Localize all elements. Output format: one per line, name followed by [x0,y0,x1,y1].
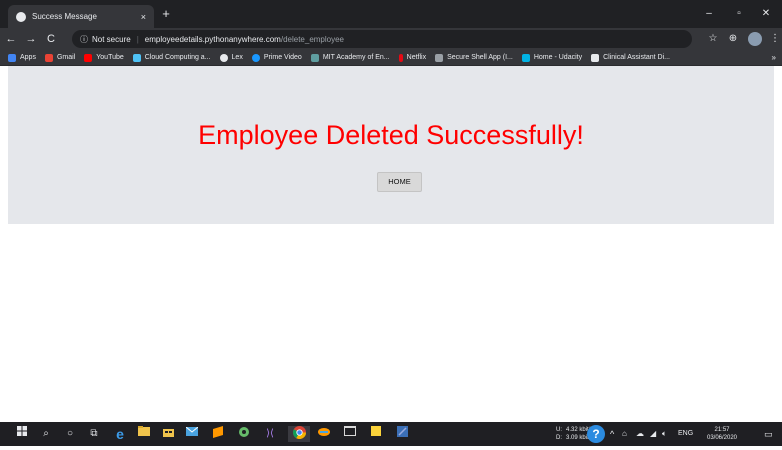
youtube-icon [84,53,93,62]
url-host: employeedetails.pythonanywhere.com [144,34,281,44]
back-button[interactable]: ← [2,30,20,48]
language-indicator[interactable]: ENG [678,422,693,446]
bookmark-label: Netflix [406,54,427,61]
bookmark-clinical-assistant[interactable]: Clinical Assistant Di... [591,53,671,62]
netflix-icon [398,53,403,62]
bookmark-label: Cloud Computing a... [144,54,211,61]
udacity-icon [521,53,530,62]
prime-video-icon [251,53,260,62]
network-tray-icon[interactable]: ⌂ [622,422,627,446]
address-bar[interactable]: ⓘ Not secure | employeedetails.pythonany… [72,30,692,48]
task-view-icon[interactable]: ⧉ [86,426,102,442]
bookmark-label: Gmail [56,54,76,61]
help-icon[interactable]: ? [587,425,605,443]
clock-date: 03/06/2020 [706,435,738,441]
tray-expand-icon[interactable]: ^ [610,422,614,446]
bookmark-label: YouTube [96,54,124,61]
onedrive-icon[interactable]: ☁ [636,422,644,446]
profile-avatar[interactable] [748,32,762,46]
browser-titlebar: Success Message × + – ▫ ✕ [0,0,782,28]
success-banner: Employee Deleted Successfully! HOME [8,66,774,224]
page-title: Employee Deleted Successfully! [198,120,584,150]
bookmark-label: Clinical Assistant Di... [603,54,671,61]
bookmarks-more-icon[interactable]: » [772,50,776,65]
windows-start-icon[interactable] [14,426,30,442]
lex-icon [219,53,228,62]
mail-icon[interactable] [184,426,200,442]
windows-taskbar: ⌕ ○ ⧉ e ⟩⟨ U: D: 4.32 kbit/s 3.09 kbit/s… [0,422,782,446]
python-icon[interactable] [394,426,410,442]
gmail-icon [44,53,53,62]
wifi-icon[interactable]: ◢ [650,422,656,446]
bookmark-label: Prime Video [263,54,302,61]
menu-kebab-icon[interactable]: ⋮ [766,30,782,48]
bookmark-label: MIT Academy of En... [322,54,390,61]
bookmark-label: Secure Shell App (I... [447,54,513,61]
cortana-icon[interactable]: ○ [62,426,78,442]
file-explorer-icon[interactable] [136,426,152,442]
bookmark-gmail[interactable]: Gmail [44,53,76,62]
browser-toolbar: ← → C ⓘ Not secure | employeedetails.pyt… [0,28,782,50]
tab-title: Success Message [32,12,97,21]
edge-icon[interactable]: e [112,426,128,442]
extension-icon[interactable]: ⊕ [724,30,742,48]
security-label: Not secure [92,34,131,44]
url-path: /delete_employee [280,34,344,44]
network-labels: U: D: [556,426,562,450]
bookmark-netflix[interactable]: Netflix [398,53,427,62]
mit-icon [310,53,319,62]
terminal-app-icon[interactable] [342,426,358,442]
notification-icon[interactable]: ▭ [764,422,773,446]
bookmark-cloud-computing[interactable]: Cloud Computing a... [132,53,211,62]
reload-button[interactable]: C [42,30,60,48]
bookmark-apps[interactable]: Apps [8,53,36,62]
home-button[interactable]: HOME [377,172,422,192]
volume-icon[interactable]: 🔈︎ [662,422,667,446]
bookmark-youtube[interactable]: YouTube [84,53,124,62]
bookmark-page-icon [591,53,600,62]
cloud-icon [132,53,141,62]
sublime-alt-icon[interactable] [316,426,332,442]
terminal-icon [435,53,444,62]
bookmark-mit-academy[interactable]: MIT Academy of En... [310,53,390,62]
info-icon[interactable]: ⓘ [80,34,88,45]
bookmark-label: Apps [20,54,36,61]
new-tab-button[interactable]: + [158,6,174,22]
forward-button[interactable]: → [22,30,40,48]
tab-success-message[interactable]: Success Message × [8,5,154,28]
upload-label: U: [556,427,562,433]
sticky-notes-icon[interactable] [368,426,384,442]
bookmark-lex[interactable]: Lex [219,53,243,62]
bookmark-label: Lex [231,54,243,61]
apps-grid-icon [8,53,16,62]
chrome-icon[interactable] [288,426,310,442]
tab-close-icon[interactable]: × [141,12,146,22]
bookmarks-bar: Apps Gmail YouTube Cloud Computing a... … [0,50,782,66]
bookmark-udacity[interactable]: Home - Udacity [521,53,583,62]
sublime-icon[interactable] [210,426,226,442]
atom-icon[interactable] [236,426,252,442]
store-icon[interactable] [160,426,176,442]
window-close-button[interactable]: ✕ [750,0,782,28]
bookmark-star-icon[interactable]: ☆ [704,30,722,48]
clock-time: 21:57 [714,427,730,433]
address-separator: | [136,34,139,44]
bookmark-label: Home - Udacity [533,54,583,61]
search-icon[interactable]: ⌕ [38,426,54,442]
bookmark-prime-video[interactable]: Prime Video [251,53,302,62]
minimize-button[interactable]: – [693,0,725,28]
bookmark-secure-shell[interactable]: Secure Shell App (I... [435,53,513,62]
clock[interactable]: 21:57 03/06/2020 [704,426,740,450]
vscode-icon[interactable]: ⟩⟨ [262,426,278,442]
page-content: Employee Deleted Successfully! HOME [0,66,782,410]
download-label: D: [556,435,562,441]
globe-icon [16,11,26,22]
